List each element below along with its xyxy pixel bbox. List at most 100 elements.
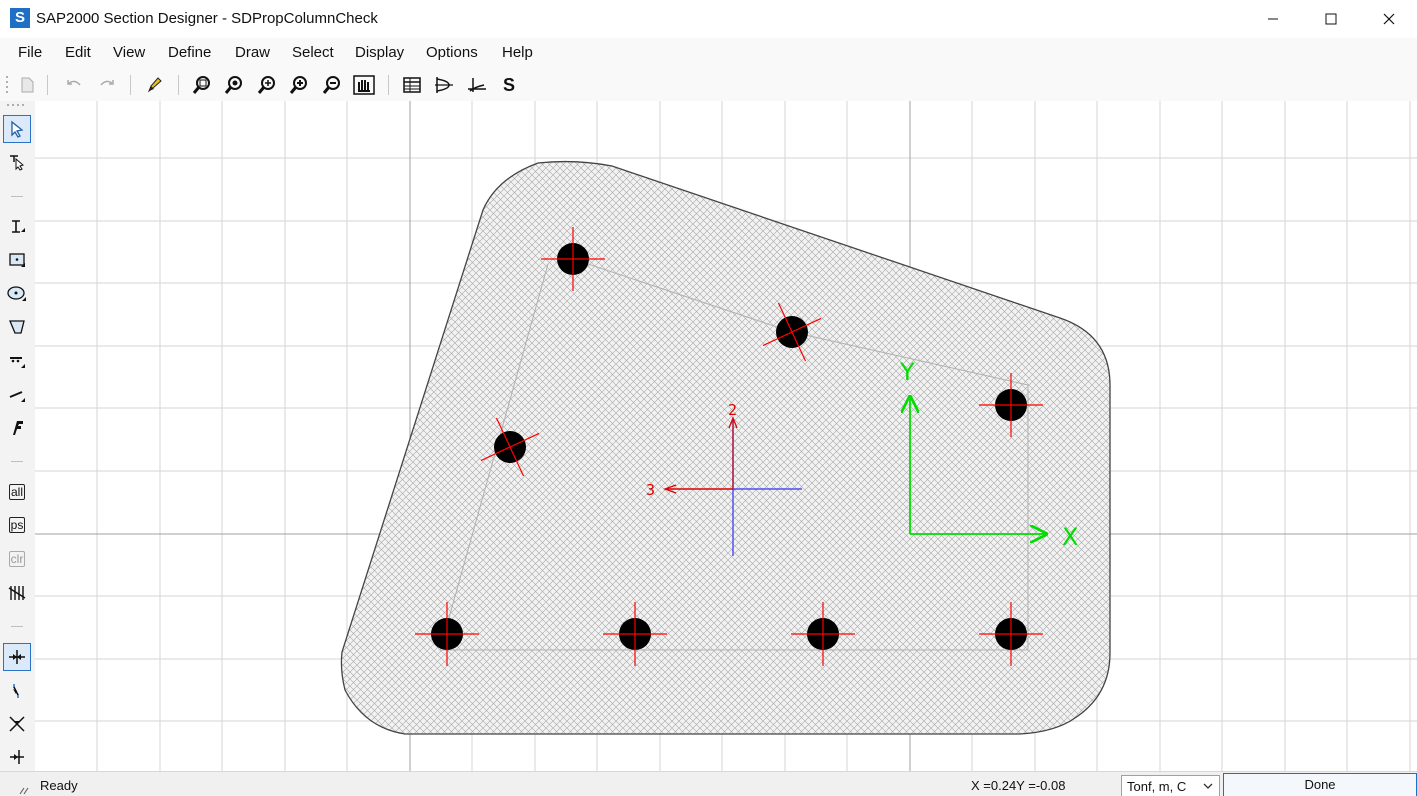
undo-icon — [67, 80, 81, 86]
draw-line-button[interactable] — [3, 381, 31, 409]
snap-to-intersections-button[interactable] — [3, 710, 31, 738]
undo-button[interactable] — [62, 73, 86, 97]
zoom-window-button[interactable] — [190, 73, 214, 97]
draw-rebar-line-button[interactable] — [3, 347, 31, 375]
previous-selection-button[interactable]: ps — [3, 511, 31, 539]
snap-to-grid-button[interactable] — [3, 743, 31, 771]
set-select-mode-button[interactable] — [142, 73, 166, 97]
cursor-coordinates: X =0.24Y =-0.08 — [971, 778, 1066, 793]
done-button[interactable]: Done — [1223, 773, 1417, 796]
polygon-shape-icon — [9, 320, 25, 334]
menu-define[interactable]: Define — [168, 44, 211, 61]
close-button[interactable] — [1360, 0, 1417, 38]
section-drawing[interactable]: 2 3 Y X — [35, 101, 1417, 771]
table-icon — [403, 77, 421, 93]
menu-view[interactable]: View — [113, 44, 145, 61]
toolbar-separator — [11, 196, 23, 197]
i-section-icon — [12, 220, 25, 233]
axis-3-label: 3 — [646, 481, 655, 499]
moment-curvature-button[interactable] — [465, 73, 489, 97]
draw-i-section-button[interactable] — [3, 213, 31, 241]
toolbar-grip-icon — [6, 76, 8, 93]
stress-icon: S — [502, 74, 515, 95]
intersecting-line-select-button[interactable] — [3, 579, 31, 607]
toolbar-separator — [11, 626, 23, 627]
zoom-restore-icon — [224, 76, 242, 94]
menu-bar: File Edit View Define Draw Select Displa… — [0, 38, 1417, 68]
main-toolbar: S — [0, 68, 1417, 101]
redo-button[interactable] — [95, 73, 119, 97]
zoom-in-button[interactable] — [255, 73, 279, 97]
menu-edit[interactable]: Edit — [65, 44, 91, 61]
maximize-icon — [1325, 13, 1337, 25]
sap2000-app-icon: S — [10, 8, 30, 28]
draw-reference-line-button[interactable] — [3, 414, 31, 442]
snap-points-icon — [9, 650, 25, 664]
close-icon — [1383, 13, 1395, 25]
pan-button[interactable] — [352, 73, 376, 97]
show-stress-button[interactable]: S — [497, 73, 521, 97]
toolbar-separator — [178, 75, 179, 95]
moment-curvature-icon — [468, 78, 486, 92]
minimize-button[interactable] — [1244, 0, 1302, 38]
toolbar-separator — [130, 75, 131, 95]
previous-selection-icon: ps — [8, 517, 26, 533]
zoom-in-step-button[interactable] — [287, 73, 311, 97]
snap-to-lines-button[interactable] — [3, 677, 31, 705]
draw-toolbar: all ps clr — [0, 101, 35, 771]
pan-icon — [353, 75, 375, 95]
menu-options[interactable]: Options — [426, 44, 478, 61]
minimize-icon — [1268, 18, 1278, 20]
draw-circle-shape-button[interactable] — [3, 279, 31, 307]
clear-selection-button[interactable]: clr — [3, 545, 31, 573]
show-table-button[interactable] — [400, 73, 424, 97]
menu-select[interactable]: Select — [292, 44, 334, 61]
section-designer-window: S SAP2000 Section Designer - SDPropColum… — [0, 0, 1417, 796]
snap-grid-icon — [10, 750, 24, 764]
line-icon — [9, 391, 25, 402]
menu-help[interactable]: Help — [502, 44, 533, 61]
zoom-out-icon — [322, 76, 340, 94]
snap-to-points-button[interactable] — [3, 643, 31, 671]
reshape-pointer-icon — [10, 155, 24, 171]
toolbar-separator — [388, 75, 389, 95]
toolbar-grip-icon — [7, 104, 24, 106]
pencil-icon — [147, 77, 162, 93]
redo-icon — [100, 80, 114, 86]
toolbar-separator — [47, 75, 48, 95]
zoom-in-icon — [289, 76, 307, 94]
menu-draw[interactable]: Draw — [235, 44, 270, 61]
concrete-section-shape[interactable] — [340, 160, 1111, 735]
maximize-button[interactable] — [1302, 0, 1360, 38]
units-dropdown[interactable]: Tonf, m, C — [1121, 775, 1220, 796]
status-text: Ready — [40, 778, 78, 793]
section-canvas[interactable]: 2 3 Y X — [35, 101, 1417, 771]
caliper-icon — [13, 421, 23, 435]
title-bar: S SAP2000 Section Designer - SDPropColum… — [0, 0, 1417, 38]
snap-intersections-icon — [9, 716, 25, 732]
intersecting-lines-icon — [8, 586, 26, 600]
zoom-window-icon — [192, 76, 210, 94]
chevron-down-icon — [1203, 783, 1213, 789]
units-value: Tonf, m, C — [1127, 779, 1187, 794]
axis-2-label: 2 — [728, 401, 737, 419]
pointer-button[interactable] — [3, 115, 31, 143]
zoom-restore-button[interactable] — [222, 73, 246, 97]
draw-solid-shape-button[interactable] — [3, 246, 31, 274]
toolbar-separator — [11, 461, 23, 462]
new-button[interactable] — [15, 73, 39, 97]
zoom-out-button[interactable] — [320, 73, 344, 97]
rectangle-shape-icon — [9, 253, 25, 267]
menu-file[interactable]: File — [18, 44, 42, 61]
new-icon — [21, 77, 34, 93]
rebar-line-icon — [10, 357, 25, 368]
interaction-surface-button[interactable] — [432, 73, 456, 97]
draw-polygon-button[interactable] — [3, 313, 31, 341]
clear-selection-icon: clr — [8, 551, 26, 567]
select-all-button[interactable]: all — [3, 478, 31, 506]
reshape-button[interactable] — [3, 148, 31, 176]
global-y-label: Y — [899, 358, 915, 386]
menu-display[interactable]: Display — [355, 44, 404, 61]
status-grip-icon — [19, 787, 29, 795]
pointer-arrow-icon — [11, 120, 24, 138]
